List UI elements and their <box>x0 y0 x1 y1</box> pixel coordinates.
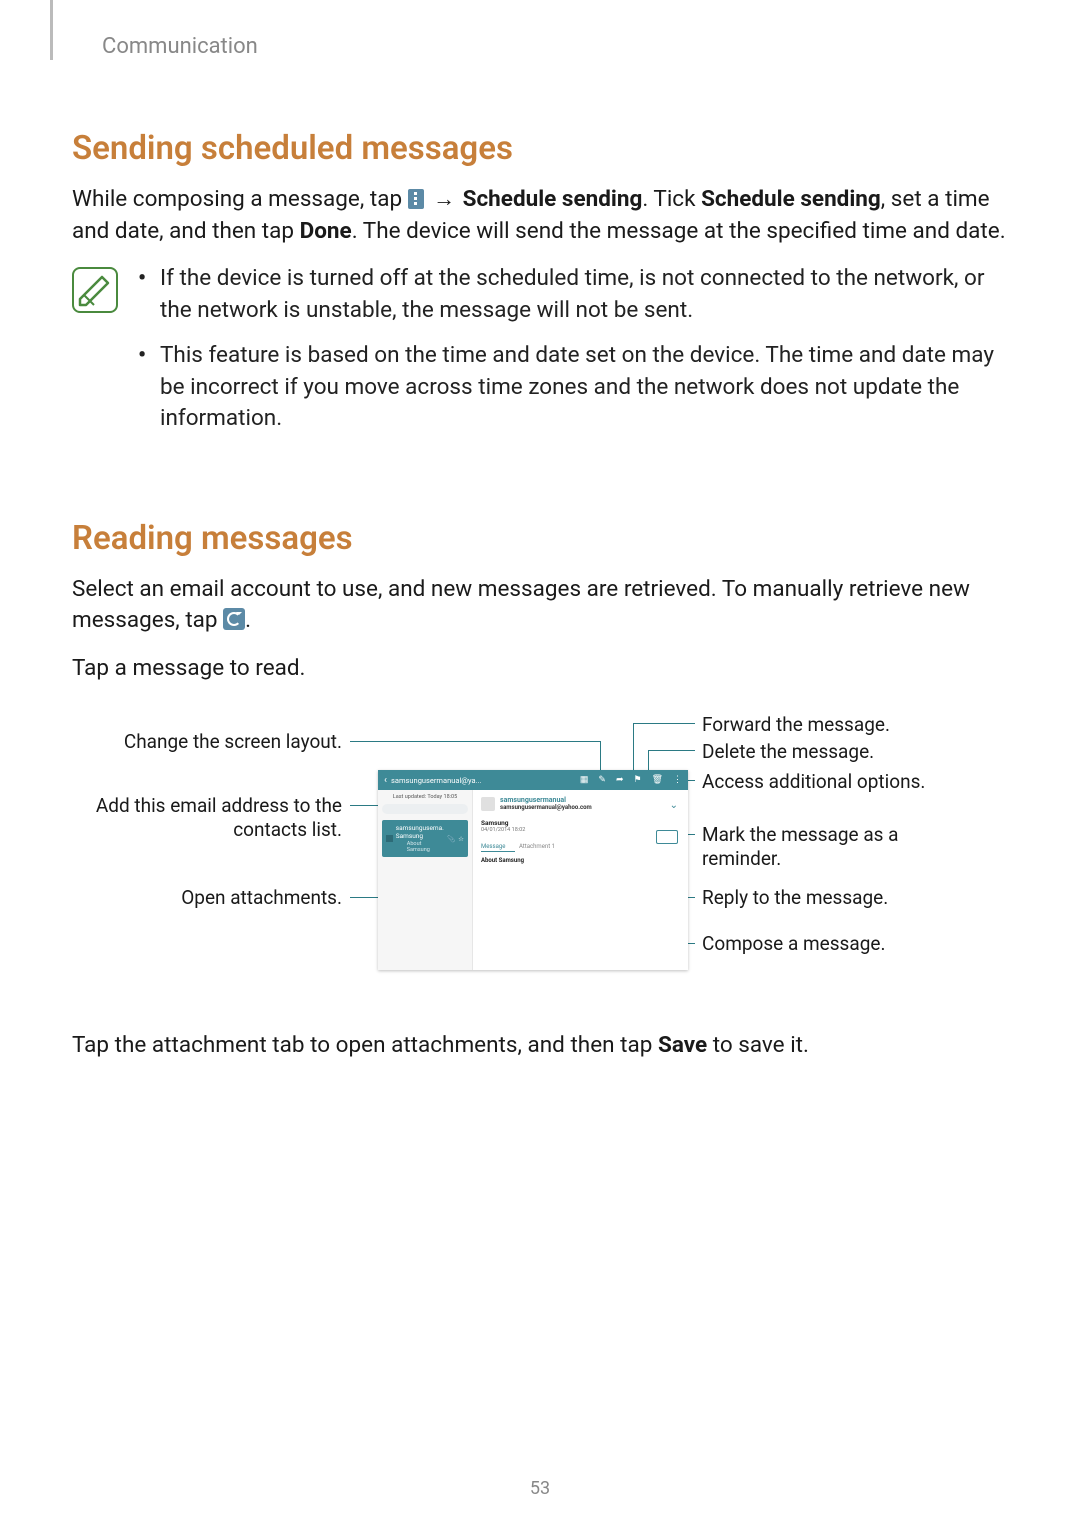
screenshot-toolbar: ‹ samsungusermanual@ya... ▦ ✎ ➦ ⚑ 🗑 ⋮ <box>378 770 688 790</box>
text: . Tick <box>642 186 701 212</box>
note-block: If the device is turned off at the sched… <box>72 263 1008 449</box>
avatar-icon <box>481 797 495 811</box>
reading-paragraph-2: Tap a message to read. <box>72 653 1008 685</box>
more-options-icon <box>408 189 424 209</box>
forward-arrow-icon: ➦ <box>616 775 624 785</box>
callout-options: Access additional options. <box>702 770 925 794</box>
breadcrumb: Communication <box>102 34 1008 59</box>
note-item-1: If the device is turned off at the sched… <box>138 263 1008 326</box>
tab-attachment: Attachment 1 <box>519 843 555 850</box>
refresh-icon <box>223 608 245 630</box>
callout-add-contact: Add this email address to the contacts l… <box>72 794 342 842</box>
bold-schedule-sending-1: Schedule sending <box>463 186 643 212</box>
tab-message: Message <box>481 843 505 850</box>
compose-button <box>656 830 678 844</box>
message-subject: Samsung <box>481 819 680 827</box>
bold-save: Save <box>658 1032 707 1058</box>
text: While composing a message, tap <box>72 186 408 212</box>
text: Select an email account to use, and new … <box>72 576 970 634</box>
compose-icon: ✎ <box>598 775 606 785</box>
search-chip <box>382 804 468 814</box>
text: . <box>245 607 251 633</box>
section-heading-reading: Reading messages <box>72 519 1008 558</box>
callout-delete: Delete the message. <box>702 740 874 764</box>
callout-flag: Mark the message as a reminder. <box>702 823 912 871</box>
flag-icon: ⚑ <box>633 775 641 785</box>
screenshot-message-pane: samsungusermanual samsungusermanual@yaho… <box>473 790 688 970</box>
page-number: 53 <box>530 1478 550 1499</box>
callout-forward: Forward the message. <box>702 713 890 737</box>
list-item: samsungusema. Samsung About Samsung 📎 ☆ <box>382 820 468 857</box>
reading-paragraph-1: Select an email account to use, and new … <box>72 574 1008 637</box>
star-icon: ☆ <box>458 835 464 843</box>
callout-change-layout: Change the screen layout. <box>72 730 342 754</box>
attachment-paragraph: Tap the attachment tab to open attachmen… <box>72 1030 1008 1062</box>
header-rule <box>50 0 53 60</box>
text: . The device will send the message at th… <box>352 218 1006 244</box>
last-updated-text: Last updated: Today 18:05 <box>382 794 468 800</box>
message-date: 04/01/2014 18:02 <box>481 827 680 833</box>
arrow-glyph: → <box>428 187 461 212</box>
message-body: About Samsung <box>481 857 680 864</box>
from-name: samsungusermanual <box>500 796 592 804</box>
screenshot-message-list: Last updated: Today 18:05 samsungusema. … <box>378 790 473 970</box>
text: to save it. <box>707 1032 809 1058</box>
scheduled-paragraph: While composing a message, tap → Schedul… <box>72 184 1008 247</box>
note-icon <box>72 267 118 313</box>
bold-done: Done <box>300 218 352 244</box>
list-subject: Samsung <box>396 832 444 840</box>
from-email: samsungusermanual@yahoo.com <box>500 804 592 811</box>
bold-schedule-sending-2: Schedule sending <box>701 186 881 212</box>
callout-compose: Compose a message. <box>702 932 885 956</box>
checkbox-icon <box>386 835 393 842</box>
attachment-clip-icon: 📎 <box>447 835 455 843</box>
text: Tap the attachment tab to open attachmen… <box>72 1032 658 1058</box>
device-screenshot: ‹ samsungusermanual@ya... ▦ ✎ ➦ ⚑ 🗑 ⋮ La… <box>378 770 688 970</box>
layout-grid-icon: ▦ <box>580 775 589 785</box>
callout-open-attachments: Open attachments. <box>72 886 342 910</box>
list-sender: samsungusema. <box>396 824 444 832</box>
list-preview: About Samsung <box>396 840 444 853</box>
section-heading-scheduled: Sending scheduled messages <box>72 129 1008 168</box>
trash-icon: 🗑 <box>652 775 663 785</box>
note-item-2: This feature is based on the time and da… <box>138 340 1008 435</box>
screenshot-address: samsungusermanual@ya... <box>391 776 482 785</box>
callout-reply: Reply to the message. <box>702 886 888 910</box>
back-chevron-icon: ‹ <box>384 775 387 786</box>
annotated-diagram: Change the screen layout. Add this email… <box>82 700 972 1000</box>
more-vdots-icon: ⋮ <box>673 775 682 785</box>
chevron-down-icon: ⌄ <box>670 800 678 811</box>
